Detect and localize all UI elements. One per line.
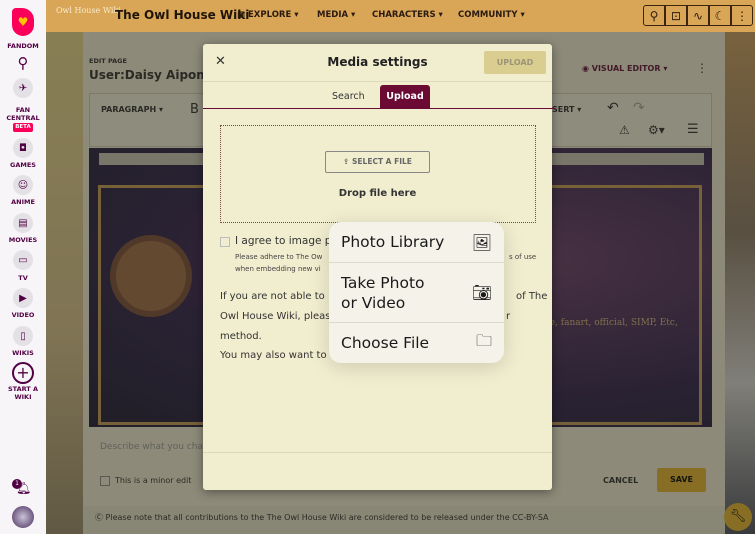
agree-label: I agree to image po [235,235,338,247]
camera-icon: 📷︎ [471,282,492,302]
fandom-label[interactable]: FANDOM [0,42,46,50]
beta-badge: BETA [13,123,33,132]
menu-item-choose-file[interactable]: Choose File 🗀 [329,323,504,363]
sidebar-item-movies[interactable]: MOVIES [0,236,46,244]
sidebar-item-start-wiki[interactable]: START A WIKI [0,385,46,401]
rocket-icon[interactable]: ✈ [13,78,33,98]
more-options-icon[interactable]: ⋮ [731,5,753,26]
info-text: method. [220,331,262,342]
info-text: You may also want to [220,350,327,361]
movies-icon: ▤ [13,213,33,233]
sidebar-item-fan-central[interactable]: FAN CENTRAL [0,106,46,122]
games-icon: ◘ [13,138,33,158]
info-text: If you are not able to [220,291,325,302]
tab-search[interactable]: Search [332,91,365,102]
agree-checkbox[interactable] [220,237,230,247]
wikis-icon: ▯ [13,326,33,346]
photo-library-icon: 🖼︎ [471,232,492,252]
upload-icon: ⇪ [343,157,350,166]
divider [203,81,552,82]
file-source-menu: Photo Library 🖼︎ Take Photo or Video 📷︎ Ch… [329,222,504,363]
menu-item-photo-library[interactable]: Photo Library 🖼︎ [329,222,504,263]
discussions-icon[interactable]: ⊡ [665,5,687,26]
wiki-header: Owl House Wiki The Owl House Wiki ▦ EXPL… [46,0,755,32]
nav-community[interactable]: COMMUNITY ▾ [458,10,525,20]
fandom-logo-icon[interactable]: ♥ [12,8,34,36]
info-text: of The [516,291,548,302]
select-file-button[interactable]: ⇪ SELECT A FILE [325,151,430,173]
user-avatar[interactable] [12,506,34,528]
info-text: Owl House Wiki, pleas [220,311,331,322]
theme-moon-icon[interactable]: ☾ [709,5,731,26]
upload-button[interactable]: UPLOAD [484,51,546,74]
wiki-title[interactable]: The Owl House Wiki [115,8,249,22]
tab-underline [203,108,555,109]
menu-item-take-photo[interactable]: Take Photo or Video 📷︎ [329,263,504,323]
agree-note-1: Please adhere to The Ow [235,253,323,261]
agree-note-2: when embedding new vi [235,265,321,273]
sidebar-item-anime[interactable]: ANIME [0,198,46,206]
sidebar-item-games[interactable]: GAMES [0,161,46,169]
wiki-logo[interactable]: Owl House Wiki [56,6,121,15]
sidebar-item-wikis[interactable]: WIKIS [0,349,46,357]
fandom-sidebar: ♥ FANDOM ⚲ ✈ FAN CENTRAL BETA ◘ GAMES ☺ … [0,0,46,534]
folder-icon: 🗀 [475,330,492,350]
sidebar-item-tv[interactable]: TV [0,274,46,282]
tv-icon: ▭ [13,250,33,270]
video-icon: ▶ [13,288,33,308]
sidebar-item-video[interactable]: VIDEO [0,311,46,319]
agree-note-1b: s of use [509,253,537,261]
tab-upload[interactable]: Upload [380,85,430,108]
file-drop-zone[interactable] [220,125,536,223]
info-text: r [506,311,511,322]
plus-icon: + [12,362,34,384]
nav-explore[interactable]: ▦ EXPLORE ▾ [237,10,299,20]
activity-icon[interactable]: ∿ [687,5,709,26]
nav-characters[interactable]: CHARACTERS ▾ [372,10,443,20]
nav-media[interactable]: MEDIA ▾ [317,10,355,20]
anime-icon: ☺ [13,175,33,195]
drop-file-label: Drop file here [338,188,417,199]
search-icon[interactable]: ⚲ [0,54,46,72]
search-icon[interactable]: ⚲ [643,5,665,26]
notification-count: 1 [12,479,22,489]
footer-divider [203,452,552,453]
